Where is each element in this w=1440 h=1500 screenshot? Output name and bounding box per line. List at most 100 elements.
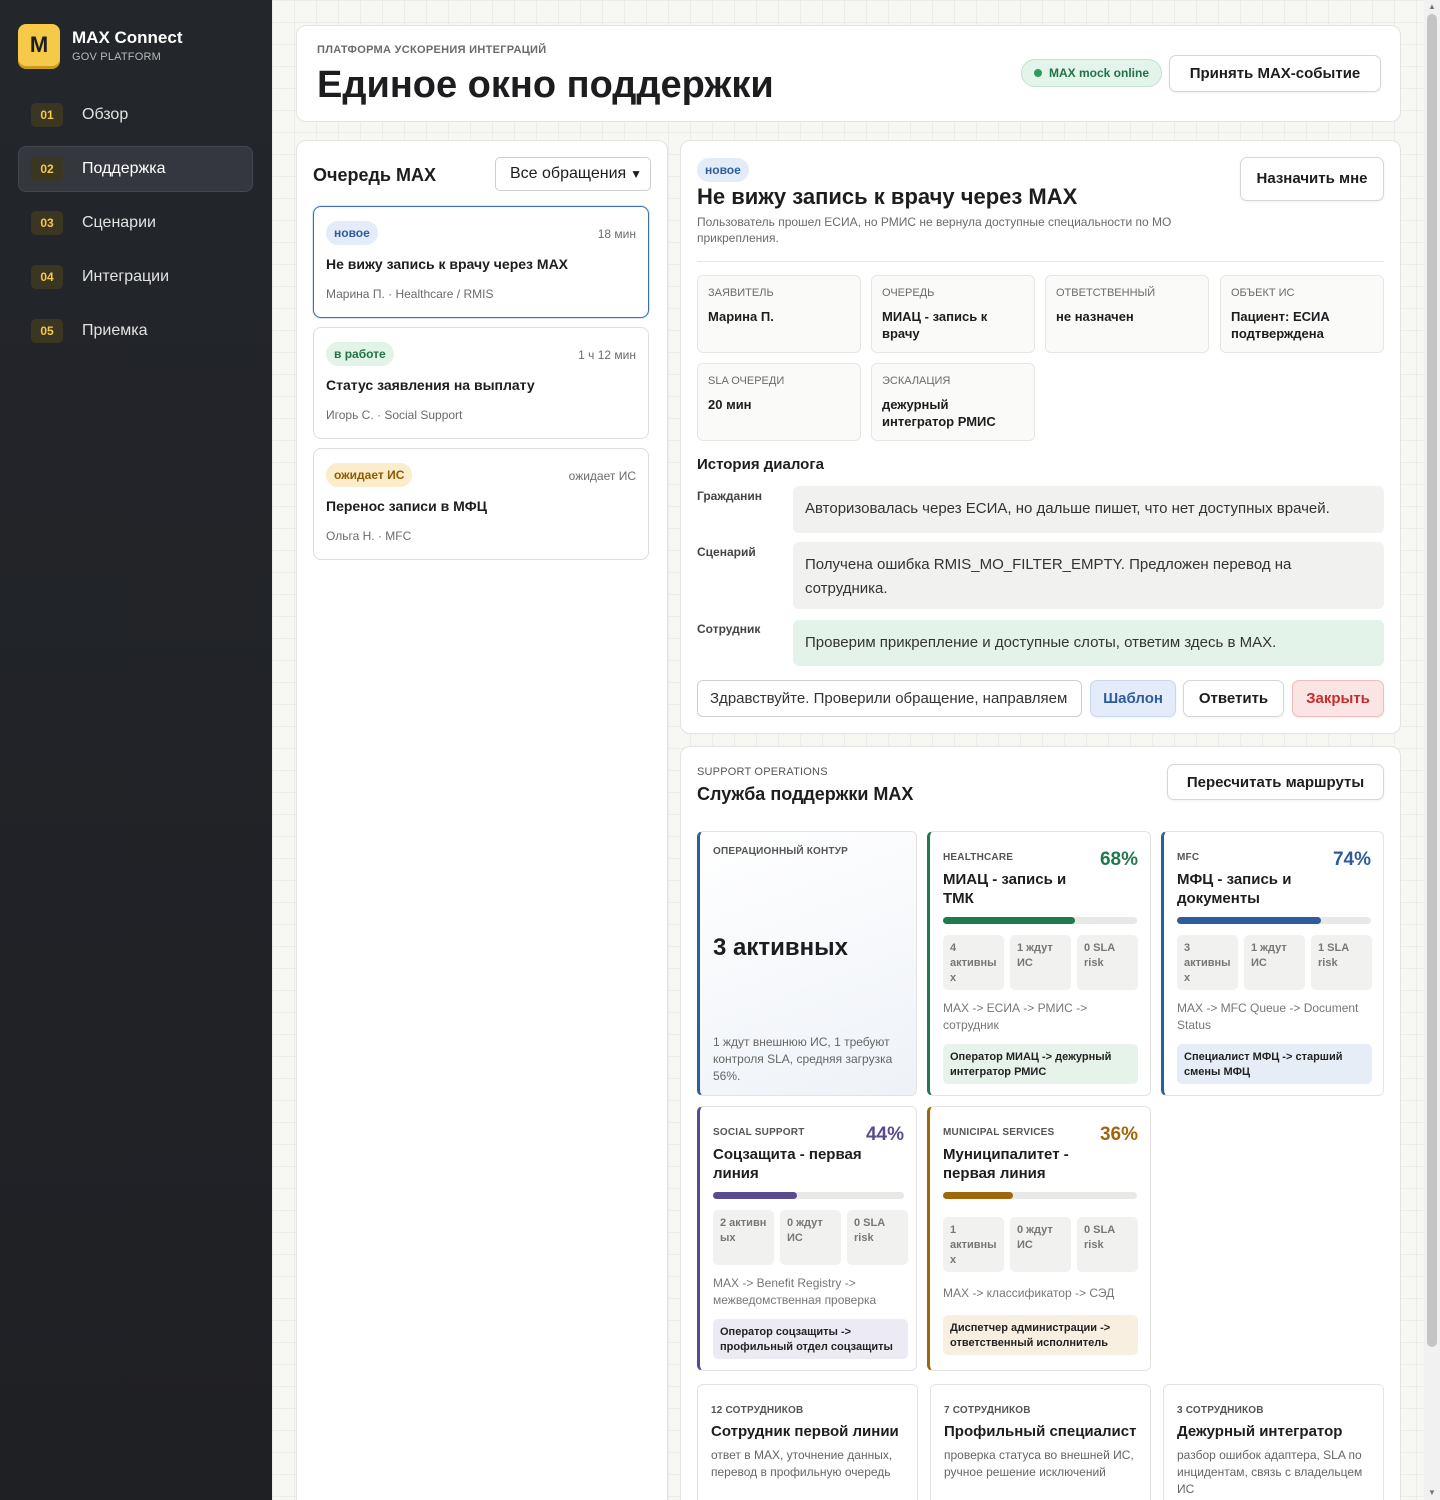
message-bubble: Проверим прикрепление и доступные слоты,… xyxy=(793,620,1384,666)
field-responsible: ОТВЕТСТВЕННЫЙ не назначен xyxy=(1045,275,1209,353)
field-value: дежурный интегратор РМИС xyxy=(882,397,996,429)
staff-count: 7 СОТРУДНИКОВ xyxy=(944,1405,1031,1416)
field-label: ОБЪЕКТ ИС xyxy=(1231,287,1295,299)
field-label: ОТВЕТСТВЕННЫЙ xyxy=(1056,287,1156,299)
nav-item-acceptance[interactable]: 05 Приемка xyxy=(18,308,253,354)
field-queue: ОЧЕРЕДЬ МИАЦ - запись к врачу xyxy=(871,275,1035,353)
staff-count: 3 СОТРУДНИКОВ xyxy=(1177,1405,1264,1416)
scroll-up-icon[interactable]: ▲ xyxy=(1428,2,1436,11)
ticket-card[interactable]: новое 18 мин Не вижу запись к врачу чере… xyxy=(313,206,649,318)
nav-item-overview[interactable]: 01 Обзор xyxy=(18,92,253,138)
ops-title: Служба поддержки MAX xyxy=(697,784,914,804)
stat-waiting: 0 ждут ИС xyxy=(1010,1217,1071,1272)
stat-waiting: 1 ждут ИС xyxy=(1010,935,1071,990)
active-count: 3 активных xyxy=(713,934,848,961)
brand[interactable]: M MAX Connect GOV PLATFORM xyxy=(18,24,183,66)
ticket-title: Перенос записи в МФЦ xyxy=(326,498,487,514)
page-scrollbar[interactable]: ▲ ▼ xyxy=(1424,0,1440,1500)
reply-input[interactable]: Здравствуйте. Проверили обращение, напра… xyxy=(697,680,1082,717)
queue-route: MAX -> Benefit Registry -> межведомствен… xyxy=(713,1276,877,1307)
support-operations-panel: SUPPORT OPERATIONS Служба поддержки MAX … xyxy=(680,746,1401,1500)
queue-panel: Очередь MAX Все обращения ▼ новое 18 мин… xyxy=(296,140,668,1500)
stat-waiting: 0 ждут ИС xyxy=(780,1210,841,1265)
ticket-time: ожидает ИС xyxy=(568,469,636,483)
queue-load-percent: 74% xyxy=(1332,849,1371,870)
accept-event-button[interactable]: Принять MAX-событие xyxy=(1169,55,1381,92)
queue-load-percent: 44% xyxy=(865,1124,904,1145)
staff-description: ответ в MAX, уточнение данных, перевод в… xyxy=(711,1448,893,1479)
staff-description: проверка статуса во внешней ИС, ручное р… xyxy=(944,1448,1134,1479)
queue-tag: SOCIAL SUPPORT xyxy=(713,1127,805,1138)
field-escalation: ЭСКАЛАЦИЯ дежурный интегратор РМИС xyxy=(871,363,1035,441)
stat-sla-risk: 0 SLA risk xyxy=(1077,935,1138,990)
field-value: не назначен xyxy=(1056,309,1134,324)
stat-active: 2 активн ых xyxy=(713,1210,774,1265)
queue-name: Соцзащита - первая линия xyxy=(713,1146,862,1182)
page-title: Единое окно поддержки xyxy=(317,64,774,106)
scroll-down-icon[interactable]: ▼ xyxy=(1428,1488,1436,1497)
ticket-status-badge: новое xyxy=(326,221,378,245)
queue-tag: HEALTHCARE xyxy=(943,852,1014,863)
staff-count: 12 СОТРУДНИКОВ xyxy=(711,1405,804,1416)
queue-name: МФЦ - запись и документы xyxy=(1177,871,1292,907)
recalculate-routes-button[interactable]: Пересчитать маршруты xyxy=(1167,764,1384,800)
stat-active: 3 активны х xyxy=(1177,935,1238,990)
status-dot-icon xyxy=(1034,69,1042,77)
sidebar-nav: 01 Обзор 02 Поддержка 03 Сценарии 04 Инт… xyxy=(18,92,253,362)
field-value: Марина П. xyxy=(708,309,774,324)
brand-subtitle: GOV PLATFORM xyxy=(72,50,161,63)
status-badge: MAX mock online xyxy=(1021,59,1163,87)
nav-number: 04 xyxy=(31,265,63,289)
load-bar-fill xyxy=(713,1192,798,1199)
ticket-status-badge: в работе xyxy=(326,342,394,366)
queue-load-card: MFC 74% МФЦ - запись и документы 3 актив… xyxy=(1161,831,1384,1096)
detail-status-badge: новое xyxy=(697,158,749,182)
nav-label: Поддержка xyxy=(82,160,166,177)
nav-number: 01 xyxy=(31,103,63,127)
field-value: МИАЦ - запись к врачу xyxy=(882,309,988,341)
sidebar: M MAX Connect GOV PLATFORM 01 Обзор 02 П… xyxy=(0,0,272,1500)
queue-assignment: Оператор соцзащиты -> профильный отдел с… xyxy=(713,1319,908,1359)
reply-button[interactable]: Ответить xyxy=(1183,680,1284,717)
ticket-card[interactable]: ожидает ИС ожидает ИС Перенос записи в М… xyxy=(313,448,649,560)
nav-item-scenarios[interactable]: 03 Сценарии xyxy=(18,200,253,246)
field-label: ОЧЕРЕДЬ xyxy=(882,287,935,299)
stat-active: 4 активны х xyxy=(943,935,1004,990)
queue-filter-select[interactable]: Все обращения ▼ xyxy=(495,157,651,191)
ticket-status-badge: ожидает ИС xyxy=(326,463,413,487)
page-header: ПЛАТФОРМА УСКОРЕНИЯ ИНТЕГРАЦИЙ Единое ок… xyxy=(296,25,1401,122)
ticket-meta: Ольга Н. · MFC xyxy=(326,529,412,543)
stat-waiting: 1 ждут ИС xyxy=(1244,935,1305,990)
load-bar xyxy=(943,1192,1137,1199)
divider xyxy=(697,261,1384,262)
ticket-title: Статус заявления на выплату xyxy=(326,377,535,393)
staff-description: разбор ошибок адаптера, SLA по инцидента… xyxy=(1177,1448,1363,1496)
staff-role: Сотрудник первой линии xyxy=(711,1423,899,1440)
brand-title: MAX Connect xyxy=(72,27,183,47)
close-ticket-button[interactable]: Закрыть xyxy=(1292,680,1384,717)
operational-overview-card: ОПЕРАЦИОННЫЙ КОНТУР 3 активных 1 ждут вн… xyxy=(697,831,917,1096)
ticket-card[interactable]: в работе 1 ч 12 мин Статус заявления на … xyxy=(313,327,649,439)
queue-route: MAX -> ЕСИА -> РМИС -> сотрудник xyxy=(943,1001,1088,1032)
load-bar-fill xyxy=(943,917,1075,924)
nav-label: Приемка xyxy=(82,322,148,339)
template-button[interactable]: Шаблон xyxy=(1090,680,1176,717)
stat-sla-risk: 1 SLA risk xyxy=(1311,935,1372,990)
overview-eyebrow: ОПЕРАЦИОННЫЙ КОНТУР xyxy=(713,846,849,857)
ops-eyebrow: SUPPORT OPERATIONS xyxy=(697,766,828,778)
queue-name: МИАЦ - запись и ТМК xyxy=(943,871,1067,907)
status-text: MAX mock online xyxy=(1049,66,1150,80)
overview-note: 1 ждут внешнюю ИС, 1 требуют контроля SL… xyxy=(713,1035,893,1083)
message-role: Гражданин xyxy=(697,489,763,503)
assign-to-me-button[interactable]: Назначить мне xyxy=(1240,157,1384,201)
field-label: ЗАЯВИТЕЛЬ xyxy=(708,287,774,299)
field-value: 20 мин xyxy=(708,397,752,412)
scroll-thumb[interactable] xyxy=(1427,14,1437,1347)
nav-item-integrations[interactable]: 04 Интеграции xyxy=(18,254,253,300)
nav-item-support[interactable]: 02 Поддержка xyxy=(18,146,253,192)
field-value: Пациент: ЕСИА подтверждена xyxy=(1231,309,1330,341)
nav-number: 05 xyxy=(31,319,63,343)
field-applicant: ЗАЯВИТЕЛЬ Марина П. xyxy=(697,275,861,353)
detail-description: Пользователь прошел ЕСИА, но РМИС не вер… xyxy=(697,215,1172,245)
stat-sla-risk: 0 SLA risk xyxy=(847,1210,908,1265)
